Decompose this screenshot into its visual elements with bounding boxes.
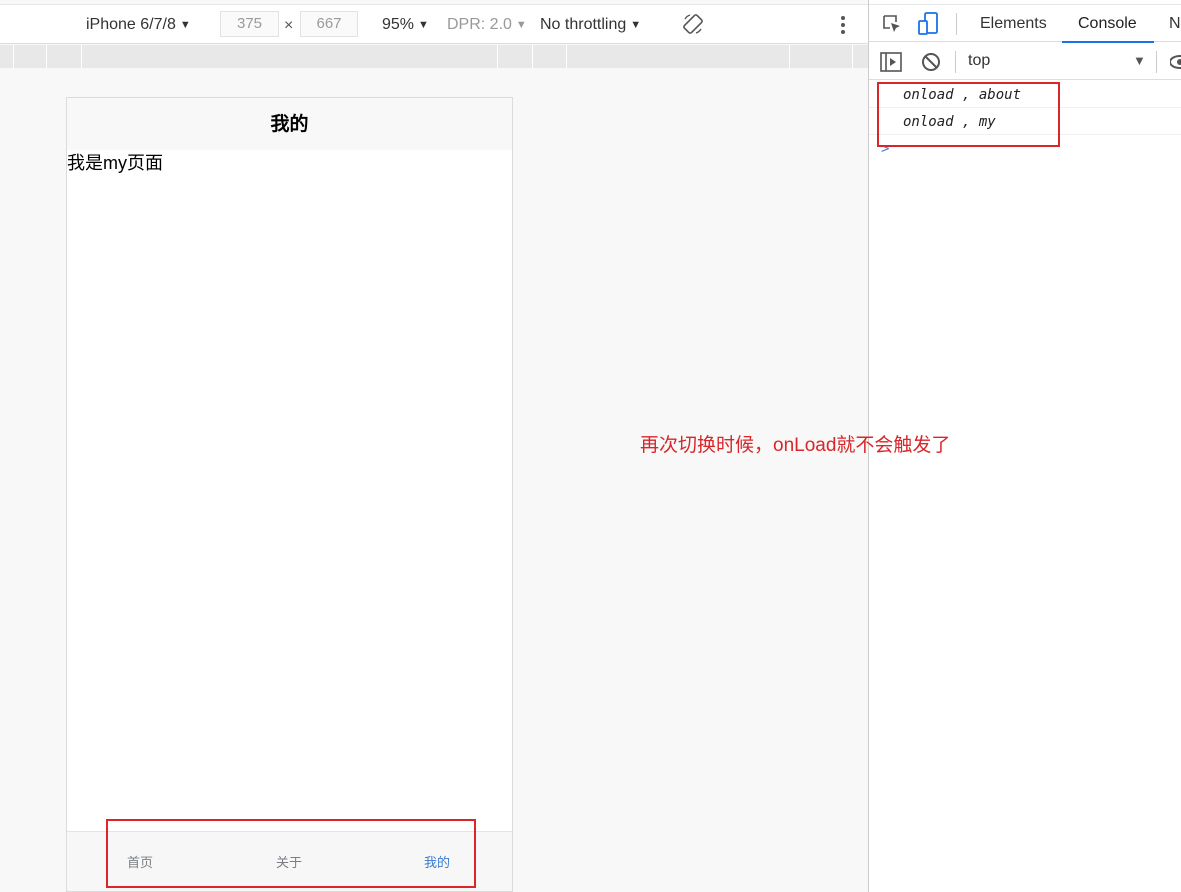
rotate-icon[interactable] [682, 13, 704, 35]
annotation-note: 再次切换时候，onLoad就不会触发了 [640, 435, 951, 456]
zoom-value: 95% [382, 16, 415, 33]
eye-icon[interactable] [1170, 53, 1181, 71]
console-toolbar: top ▼ [869, 43, 1181, 80]
throttle-value: No throttling [540, 16, 627, 33]
throttle-select[interactable]: No throttling ▼ [540, 14, 641, 36]
device-dropdown-icon: ▼ [179, 19, 191, 31]
tabbar-highlight-box [106, 819, 476, 888]
log-highlight-box [877, 82, 1060, 147]
page-content-text: 我是my页面 [67, 153, 163, 173]
navigation-bar: 我的 [67, 98, 512, 150]
context-select[interactable]: top [968, 52, 990, 70]
toolbar-divider [1156, 51, 1157, 73]
emulation-toolbar: iPhone 6/7/8 ▼ 375 × 667 95% ▼ DPR: 2.0 ▼ N… [0, 4, 868, 44]
media-query-bar[interactable] [0, 45, 868, 68]
device-name: iPhone 6/7/8 [86, 16, 176, 33]
devtools-tab-strip: Elements Console N [869, 4, 1181, 43]
sidebar-toggle-icon[interactable] [880, 52, 902, 72]
inspect-element-icon[interactable] [882, 14, 902, 34]
dpr-value: DPR: 2.0 [447, 16, 512, 33]
tab-elements[interactable]: Elements [980, 15, 1047, 33]
toolbar-divider [955, 51, 956, 73]
dpr-dropdown-icon: ▼ [515, 19, 527, 31]
width-input[interactable]: 375 [220, 11, 279, 37]
tab-console[interactable]: Console [1078, 15, 1137, 33]
zoom-dropdown-icon: ▼ [418, 19, 429, 31]
context-dropdown-icon[interactable]: ▼ [1133, 53, 1146, 68]
toolbar-divider [956, 13, 957, 35]
more-options-icon[interactable] [840, 15, 846, 35]
clear-console-icon[interactable] [921, 52, 941, 72]
height-input[interactable]: 667 [300, 11, 358, 37]
throttle-dropdown-icon: ▼ [630, 19, 642, 31]
zoom-select[interactable]: 95% ▼ [382, 14, 429, 36]
dimension-separator: × [284, 17, 294, 34]
dpr-select[interactable]: DPR: 2.0 ▼ [447, 14, 527, 36]
device-toolbar-icon[interactable] [917, 12, 939, 36]
page-title: 我的 [270, 114, 309, 135]
device-select[interactable]: iPhone 6/7/8 ▼ [86, 14, 191, 36]
phone-viewport: 我的 我是my页面 首页 关于 我的 [66, 97, 513, 892]
tab-network[interactable]: N [1169, 15, 1181, 33]
